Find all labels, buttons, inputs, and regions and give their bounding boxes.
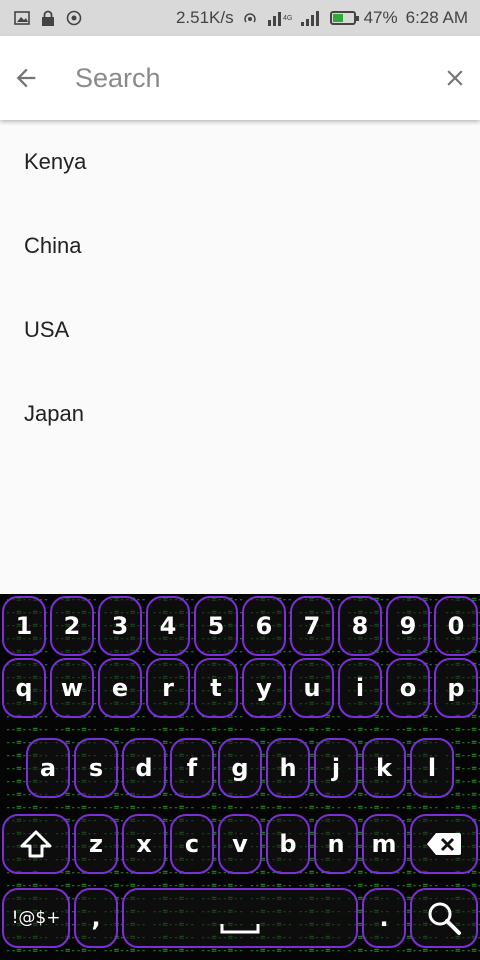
shift-key[interactable]	[2, 814, 70, 874]
key-6[interactable]: 6	[242, 596, 286, 656]
key-f[interactable]: f	[170, 738, 214, 798]
key-1[interactable]: 1	[2, 596, 46, 656]
search-icon	[428, 902, 461, 935]
keyboard-row-numbers: 1 2 3 4 5 6 7 8 9 0	[0, 596, 480, 656]
key-5[interactable]: 5	[194, 596, 238, 656]
backspace-key[interactable]	[410, 814, 478, 874]
image-icon	[14, 11, 30, 25]
keyboard-row-2: a s d f g h j k l	[0, 738, 480, 798]
space-bar[interactable]	[122, 888, 358, 948]
keyboard-row-3: z x c v b n m	[0, 814, 480, 874]
list-item[interactable]: USA	[0, 288, 480, 372]
key-u[interactable]: u	[290, 658, 334, 718]
key-e[interactable]: e	[98, 658, 142, 718]
key-8[interactable]: 8	[338, 596, 382, 656]
key-v[interactable]: v	[218, 814, 262, 874]
soft-keyboard: --=--=-- --=--=-- --=--=-- --=--=-- --=-…	[0, 594, 480, 960]
key-4[interactable]: 4	[146, 596, 190, 656]
status-right: 2.51K/s 4G 47% 6:28 AM	[176, 8, 468, 28]
key-p[interactable]: p	[434, 658, 478, 718]
sync-icon	[66, 10, 82, 26]
key-y[interactable]: y	[242, 658, 286, 718]
key-t[interactable]: t	[194, 658, 238, 718]
backspace-icon	[427, 833, 461, 855]
symbols-key[interactable]: !@$+	[2, 888, 70, 948]
battery-icon	[329, 11, 359, 25]
list-item[interactable]: Japan	[0, 372, 480, 456]
key-0[interactable]: 0	[434, 596, 478, 656]
country-list: Kenya China USA Japan	[0, 120, 480, 456]
search-app-bar	[0, 36, 480, 120]
key-r[interactable]: r	[146, 658, 190, 718]
svg-text:4G: 4G	[283, 15, 292, 22]
list-item[interactable]: Kenya	[0, 120, 480, 204]
battery-level: 47%	[363, 8, 398, 27]
key-i[interactable]: i	[338, 658, 382, 718]
search-input[interactable]	[51, 48, 429, 108]
key-s[interactable]: s	[74, 738, 118, 798]
key-c[interactable]: c	[170, 814, 214, 874]
key-9[interactable]: 9	[386, 596, 430, 656]
key-x[interactable]: x	[122, 814, 166, 874]
keyboard-row-1: q w e r t y u i o p	[0, 658, 480, 718]
space-icon	[220, 924, 260, 934]
keyboard-row-bottom: !@$+ , .	[0, 888, 480, 948]
key-g[interactable]: g	[218, 738, 262, 798]
key-7[interactable]: 7	[290, 596, 334, 656]
hotspot-icon	[243, 13, 256, 23]
key-z[interactable]: z	[74, 814, 118, 874]
back-button[interactable]	[0, 36, 51, 120]
key-a[interactable]: a	[26, 738, 70, 798]
key-j[interactable]: j	[314, 738, 358, 798]
clock: 6:28 AM	[405, 8, 468, 27]
shift-icon	[20, 830, 52, 858]
search-key[interactable]	[410, 888, 478, 948]
key-3[interactable]: 3	[98, 596, 142, 656]
clear-search-button[interactable]	[429, 36, 480, 120]
comma-key[interactable]: ,	[74, 888, 118, 948]
key-b[interactable]: b	[266, 814, 310, 874]
key-q[interactable]: q	[2, 658, 46, 718]
signal-icon: 4G	[267, 12, 292, 26]
period-key[interactable]: .	[362, 888, 406, 948]
status-left-icons	[14, 10, 82, 26]
key-n[interactable]: n	[314, 814, 358, 874]
key-o[interactable]: o	[386, 658, 430, 718]
key-k[interactable]: k	[362, 738, 406, 798]
status-bar: 2.51K/s 4G 47% 6:28 AM	[0, 0, 480, 36]
key-d[interactable]: d	[122, 738, 166, 798]
key-2[interactable]: 2	[50, 596, 94, 656]
lock-icon	[42, 10, 54, 26]
key-l[interactable]: l	[410, 738, 454, 798]
signal-icon	[300, 11, 319, 26]
arrow-back-icon	[16, 68, 35, 88]
key-w[interactable]: w	[50, 658, 94, 718]
key-h[interactable]: h	[266, 738, 310, 798]
network-speed: 2.51K/s	[175, 8, 234, 27]
close-icon	[446, 70, 463, 86]
list-item[interactable]: China	[0, 204, 480, 288]
key-m[interactable]: m	[362, 814, 406, 874]
